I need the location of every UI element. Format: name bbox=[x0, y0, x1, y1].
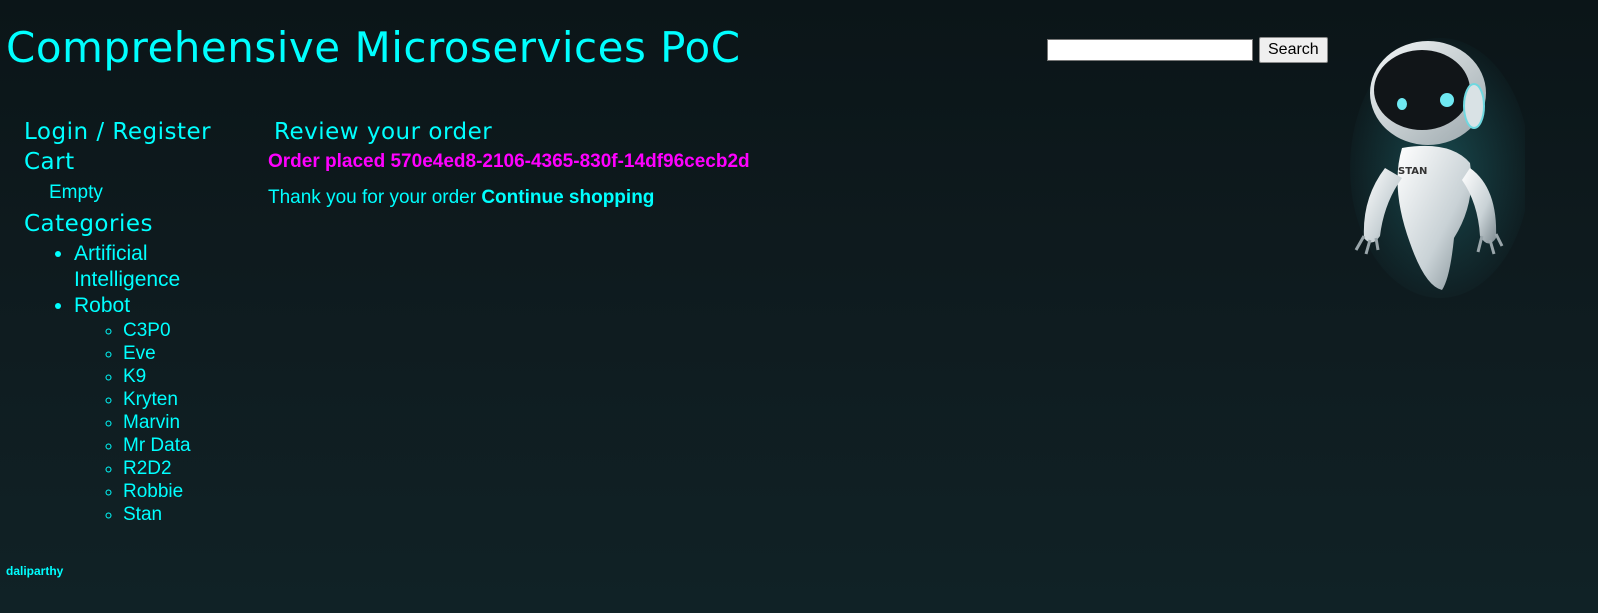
sidebar: Login / Register Cart Empty Categories A… bbox=[24, 117, 254, 526]
category-item-robot: Robot C3P0 Eve K9 Kryten Marvin Mr Data … bbox=[74, 293, 254, 526]
order-confirmation: Thank you for your order Continue shoppi… bbox=[268, 185, 968, 211]
order-placed-message: Order placed 570e4ed8-2106-4365-830f-14d… bbox=[268, 151, 750, 172]
category-link-robot[interactable]: Robot bbox=[74, 294, 130, 317]
mascot-label: STAN bbox=[1398, 166, 1427, 177]
site-title: Comprehensive Microservices PoC bbox=[6, 23, 741, 72]
subcategory-item-kryten: Kryten bbox=[123, 388, 254, 411]
subcategory-link-k9[interactable]: K9 bbox=[123, 366, 146, 387]
subcategory-item-mr-data: Mr Data bbox=[123, 434, 254, 457]
robot-mascot-image: STAN bbox=[1350, 38, 1525, 298]
subcategory-link-stan[interactable]: Stan bbox=[123, 504, 162, 525]
footer-credit: daliparthy bbox=[6, 564, 64, 578]
cart-status: Empty bbox=[49, 182, 103, 203]
subcategory-link-c3p0[interactable]: C3P0 bbox=[123, 320, 171, 341]
subcategory-link-robbie[interactable]: Robbie bbox=[123, 481, 183, 502]
category-link-artificial-intelligence[interactable]: Artificial Intelligence bbox=[74, 242, 180, 291]
subcategory-link-r2d2[interactable]: R2D2 bbox=[123, 458, 172, 479]
search-button[interactable]: Search bbox=[1259, 37, 1328, 63]
categories-heading: Categories bbox=[24, 211, 153, 237]
subcategory-item-c3p0: C3P0 bbox=[123, 319, 254, 342]
login-register-link[interactable]: Login / Register bbox=[24, 117, 254, 147]
subcategory-item-r2d2: R2D2 bbox=[123, 457, 254, 480]
search-form: Search bbox=[1047, 37, 1328, 63]
subcategory-link-mr-data[interactable]: Mr Data bbox=[123, 435, 191, 456]
subcategory-link-kryten[interactable]: Kryten bbox=[123, 389, 178, 410]
category-list: Artificial Intelligence Robot C3P0 Eve K… bbox=[24, 241, 254, 526]
main-content: Review your order Order placed 570e4ed8-… bbox=[268, 117, 968, 211]
cart-heading: Cart bbox=[24, 149, 75, 175]
robot-subcategory-list: C3P0 Eve K9 Kryten Marvin Mr Data R2D2 R… bbox=[74, 319, 254, 526]
search-input[interactable] bbox=[1047, 39, 1253, 61]
subcategory-item-robbie: Robbie bbox=[123, 480, 254, 503]
subcategory-link-marvin[interactable]: Marvin bbox=[123, 412, 180, 433]
review-order-heading: Review your order bbox=[274, 119, 493, 145]
subcategory-item-k9: K9 bbox=[123, 365, 254, 388]
category-item-artificial-intelligence: Artificial Intelligence bbox=[74, 241, 254, 293]
subcategory-item-stan: Stan bbox=[123, 503, 254, 526]
continue-shopping-link[interactable]: Continue shopping bbox=[481, 187, 654, 208]
subcategory-item-eve: Eve bbox=[123, 342, 254, 365]
thank-you-text: Thank you for your order bbox=[268, 187, 477, 208]
subcategory-link-eve[interactable]: Eve bbox=[123, 343, 156, 364]
subcategory-item-marvin: Marvin bbox=[123, 411, 254, 434]
